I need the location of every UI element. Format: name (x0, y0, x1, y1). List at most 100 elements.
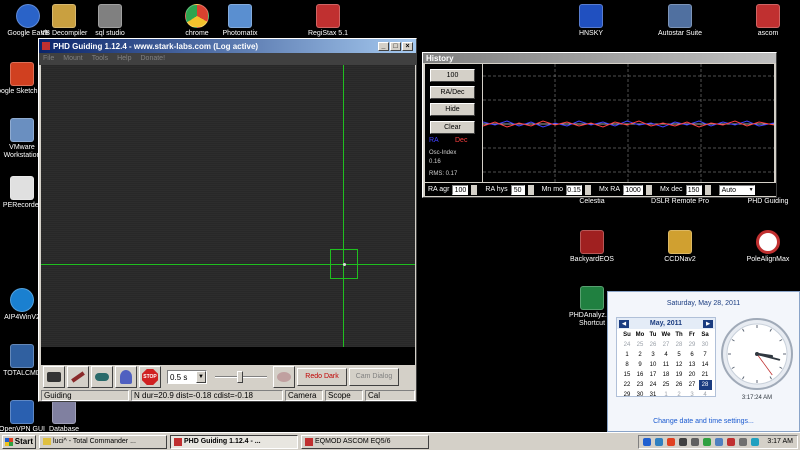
mn-mo-spin[interactable] (585, 184, 591, 195)
bluetooth-icon[interactable] (643, 437, 652, 446)
mx-ra-spin[interactable] (646, 184, 652, 195)
close-button[interactable]: × (402, 41, 413, 51)
menu-donate[interactable]: Donate! (141, 53, 166, 65)
ra-agr-input[interactable]: 100 (452, 184, 469, 195)
task-total-commander[interactable]: luci^ - Total Commander ... (39, 434, 167, 449)
day-cell[interactable]: 25 (660, 380, 673, 390)
desktop-icon-ascom[interactable]: ascom (736, 4, 800, 38)
day-cell[interactable]: 24 (647, 380, 660, 390)
day-cell[interactable]: 2 (634, 350, 647, 360)
day-cell[interactable]: 11 (660, 360, 673, 370)
chevron-down-icon[interactable]: ▼ (749, 186, 754, 194)
day-cell[interactable]: 30 (634, 390, 647, 400)
dec-mode-select[interactable]: Auto ▼ (718, 184, 755, 195)
start-button[interactable]: Start (2, 434, 36, 449)
ra-hys-spin[interactable] (527, 184, 534, 195)
desktop-icon-autostar[interactable]: Autostar Suite (648, 4, 712, 38)
day-cell[interactable]: 18 (660, 370, 673, 380)
day-cell[interactable]: 12 (673, 360, 686, 370)
change-date-time-link[interactable]: Change date and time settings... (608, 418, 799, 425)
desktop-icon-phd-guiding[interactable]: PHD Guiding (736, 198, 800, 206)
next-month-button[interactable]: ▶ (703, 319, 713, 328)
day-cell[interactable]: 28 (673, 340, 686, 350)
cam-dialog-button[interactable]: Cam Dialog (349, 368, 399, 386)
gamma-slider-thumb[interactable] (237, 371, 243, 383)
history-clear-button[interactable]: Clear (430, 121, 475, 134)
desktop-icon-polealignmax[interactable]: PoleAlignMax (736, 230, 800, 264)
power-icon[interactable] (703, 437, 712, 446)
day-cell[interactable]: 25 (634, 340, 647, 350)
day-cell[interactable]: 1 (621, 350, 634, 360)
day-cell[interactable]: 31 (647, 390, 660, 400)
history-scale-button[interactable]: 100 (430, 69, 475, 82)
day-cell[interactable]: 17 (647, 370, 660, 380)
minimize-button[interactable]: _ (378, 41, 389, 51)
loop-exposure-button[interactable] (91, 366, 113, 388)
menu-mount[interactable]: Mount (63, 53, 82, 65)
task-eqmod[interactable]: EQMOD ASCOM EQ5/6 (301, 434, 429, 449)
day-cell[interactable]: 8 (621, 360, 634, 370)
maximize-button[interactable]: □ (390, 41, 401, 51)
day-cell[interactable]: 23 (634, 380, 647, 390)
desktop-icon-registax[interactable]: RegiStax 5.1 (296, 4, 360, 38)
day-cell[interactable]: 29 (621, 390, 634, 400)
day-cell[interactable]: 3 (647, 350, 660, 360)
day-cell[interactable]: 14 (699, 360, 712, 370)
day-cell[interactable]: 1 (660, 390, 673, 400)
day-cell[interactable]: 24 (621, 340, 634, 350)
history-radec-button[interactable]: RA/Dec (430, 86, 475, 99)
desktop-icon-sql-studio[interactable]: sql studio (78, 4, 142, 38)
ra-agr-spin[interactable] (471, 184, 478, 195)
security-icon[interactable] (667, 437, 676, 446)
day-cell[interactable]: 16 (634, 370, 647, 380)
telescope-connect-button[interactable] (67, 366, 89, 388)
exposure-select[interactable]: 0.5 s ▼ (167, 370, 207, 384)
history-hide-button[interactable]: Hide (430, 103, 475, 116)
history-graph[interactable] (482, 64, 775, 182)
day-cell[interactable]: 29 (686, 340, 699, 350)
update-icon[interactable] (751, 437, 760, 446)
day-cell[interactable]: 21 (699, 370, 712, 380)
desktop-icon-database[interactable]: Database (32, 400, 96, 434)
prev-month-button[interactable]: ◀ (619, 319, 629, 328)
mx-dec-spin[interactable] (704, 184, 711, 195)
mx-dec-input[interactable]: 150 (685, 184, 702, 195)
phd-titlebar[interactable]: PHD Guiding 1.12.4 - www.stark-labs.com … (39, 39, 416, 53)
day-cell[interactable]: 6 (686, 350, 699, 360)
day-cell[interactable]: 19 (673, 370, 686, 380)
stop-button[interactable]: STOP (139, 366, 161, 388)
day-cell[interactable]: 27 (660, 340, 673, 350)
day-cell[interactable]: 26 (673, 380, 686, 390)
day-cell[interactable]: 9 (634, 360, 647, 370)
desktop-icon-hnsky[interactable]: HNSKY (559, 4, 623, 38)
day-cell[interactable]: 13 (686, 360, 699, 370)
calendar-full-date[interactable]: Saturday, May 28, 2011 (608, 300, 799, 307)
history-titlebar[interactable]: History (423, 53, 776, 63)
day-cell[interactable]: 5 (673, 350, 686, 360)
chevron-down-icon[interactable]: ▼ (196, 371, 206, 383)
taskbar-clock[interactable]: 3:17 AM (767, 438, 793, 445)
selected-day-cell[interactable]: 28 (698, 380, 712, 390)
display-icon[interactable] (739, 437, 748, 446)
mn-mo-input[interactable]: 0.15 (566, 184, 582, 195)
month-label[interactable]: May, 2011 (650, 320, 682, 327)
day-cell[interactable]: 4 (699, 390, 712, 400)
camera-view[interactable] (41, 65, 415, 365)
day-cell[interactable]: 26 (647, 340, 660, 350)
vpn-icon[interactable] (679, 437, 688, 446)
desktop-icon-ccdnav[interactable]: CCDNav2 (648, 230, 712, 264)
day-cell[interactable]: 20 (686, 370, 699, 380)
menu-help[interactable]: Help (117, 53, 131, 65)
day-cell[interactable]: 30 (699, 340, 712, 350)
day-cell[interactable]: 3 (686, 390, 699, 400)
ra-hys-input[interactable]: 50 (510, 184, 525, 195)
desktop-icon-photomatix[interactable]: Photomatix (208, 4, 272, 38)
mx-ra-input[interactable]: 1000 (623, 184, 643, 195)
sync-icon[interactable] (715, 437, 724, 446)
guide-button[interactable] (115, 366, 137, 388)
menu-tools[interactable]: Tools (92, 53, 108, 65)
desktop-icon-celestia[interactable]: Celestia (560, 198, 624, 206)
day-cell[interactable]: 4 (660, 350, 673, 360)
day-cell[interactable]: 7 (699, 350, 712, 360)
redo-dark-button[interactable]: Redo Dark (297, 368, 347, 386)
